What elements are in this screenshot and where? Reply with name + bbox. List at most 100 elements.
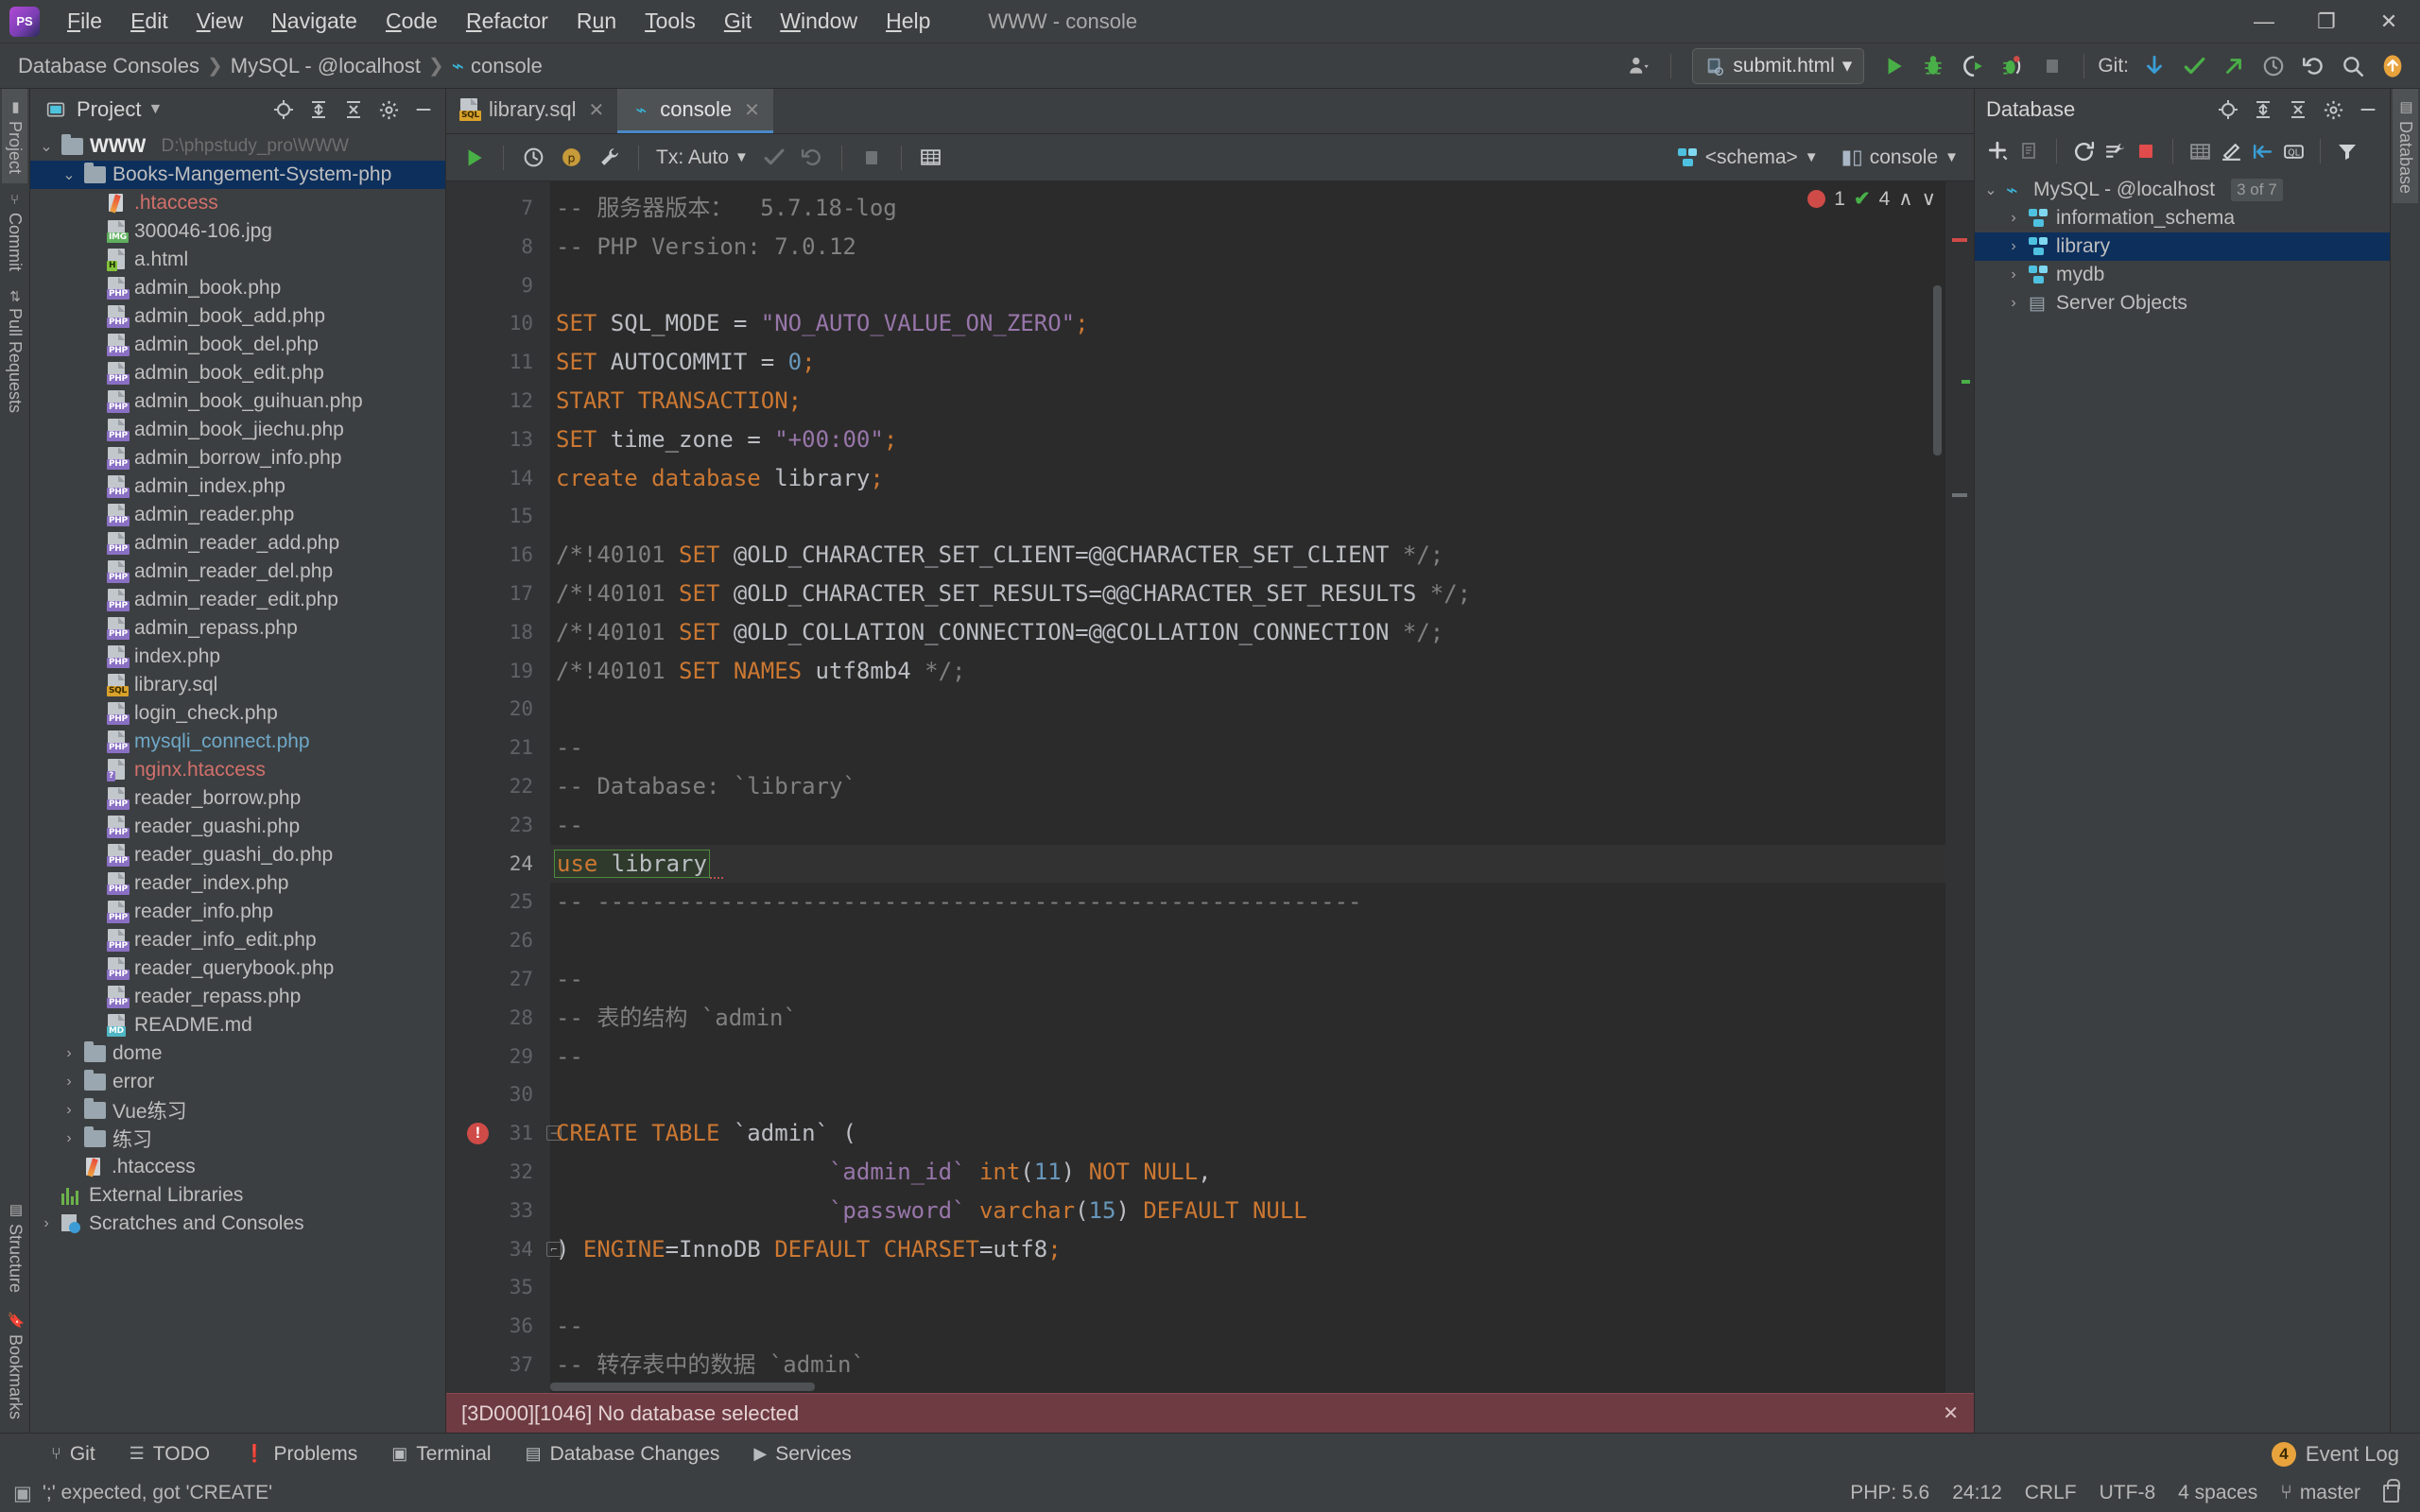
tool-window-button-todo[interactable]: ☰TODO <box>112 1443 227 1466</box>
error-gutter-icon[interactable]: ! <box>467 1123 489 1144</box>
database-tree-item[interactable]: ›mydb <box>1975 261 2390 289</box>
project-tree-item[interactable]: ›PHPreader_info.php <box>30 898 445 926</box>
tool-tab-project[interactable]: ▮ Project <box>2 89 27 183</box>
close-icon[interactable]: ✕ <box>1943 1401 1959 1425</box>
event-log-label[interactable]: Event Log <box>2306 1442 2399 1467</box>
vertical-scrollbar[interactable] <box>1933 285 1942 455</box>
line-number[interactable]: 34⌐ <box>446 1230 550 1269</box>
code-line[interactable]: `password` varchar(15) DEFAULT NULL <box>550 1192 1974 1230</box>
hide-panel-icon[interactable] <box>2354 95 2382 124</box>
selected-statement[interactable]: use library <box>554 850 710 878</box>
select-opened-file-icon[interactable] <box>269 95 298 124</box>
breadcrumb-item-2[interactable]: ⌁console <box>447 54 547 78</box>
tool-tab-pull-requests[interactable]: ⇄ Pull Requests <box>2 281 27 422</box>
view-as-table-icon[interactable] <box>913 140 949 176</box>
code-line[interactable]: use library <box>550 845 1974 884</box>
code-line[interactable]: /*!40101 SET @OLD_COLLATION_CONNECTION=@… <box>550 613 1974 652</box>
database-tree-item[interactable]: ›library <box>1975 232 2390 261</box>
code-content[interactable]: -- 服务器版本： 5.7.18-log-- PHP Version: 7.0.… <box>550 181 1974 1393</box>
run-with-coverage-button[interactable] <box>1955 48 1991 84</box>
code-line[interactable]: SET AUTOCOMMIT = 0; <box>550 343 1974 382</box>
maximize-button[interactable]: ❐ <box>2295 1 2358 43</box>
code-line[interactable]: -- Database: `library` <box>550 767 1974 806</box>
chevron-right-icon[interactable]: › <box>60 1102 78 1119</box>
project-tree-item[interactable]: ›?nginx.htaccess <box>30 756 445 784</box>
code-line[interactable]: -- <box>550 1038 1974 1076</box>
editor-tab-bar[interactable]: SQLlibrary.sql✕⌁console✕ <box>446 89 1974 134</box>
chevron-down-icon[interactable]: ▼ <box>735 149 749 165</box>
project-tree-item[interactable]: ›PHPreader_repass.php <box>30 983 445 1011</box>
project-tree-item[interactable]: ›PHPmysqli_connect.php <box>30 728 445 756</box>
menu-item-code[interactable]: Code <box>372 4 452 39</box>
project-tree-item[interactable]: ›error <box>30 1068 445 1096</box>
breadcrumb-item-1[interactable]: MySQL - @localhost <box>226 54 425 78</box>
line-number[interactable]: 15 <box>446 497 550 536</box>
menu-item-window[interactable]: Window <box>766 4 872 39</box>
project-tree-item[interactable]: ›Scratches and Consoles <box>30 1210 445 1238</box>
indent-indicator[interactable]: 4 spaces <box>2178 1482 2257 1504</box>
caret-position-indicator[interactable]: 24:12 <box>1952 1482 2002 1504</box>
code-line[interactable]: -- <box>550 960 1974 999</box>
line-number[interactable]: 26 <box>446 921 550 960</box>
line-number[interactable]: 14 <box>446 459 550 498</box>
search-icon[interactable] <box>2335 48 2371 84</box>
code-line[interactable]: `admin_id` int(11) NOT NULL, <box>550 1153 1974 1192</box>
close-icon[interactable]: ✕ <box>589 98 605 122</box>
chevron-right-icon[interactable]: › <box>60 1074 78 1091</box>
stop-button[interactable] <box>2034 48 2070 84</box>
parameters-icon[interactable]: p <box>553 140 589 176</box>
project-tree-item[interactable]: ›PHPadmin_book_jiechu.php <box>30 416 445 444</box>
menu-item-edit[interactable]: Edit <box>116 4 182 39</box>
window-controls[interactable]: — ❐ ✕ <box>2233 1 2420 43</box>
project-tree-item[interactable]: ›PHPadmin_reader_del.php <box>30 558 445 586</box>
menu-item-help[interactable]: Help <box>872 4 944 39</box>
breadcrumb-item-0[interactable]: Database Consoles <box>13 54 204 78</box>
line-number[interactable]: 25 <box>446 883 550 921</box>
menu-item-navigate[interactable]: Navigate <box>257 4 372 39</box>
previous-problem-icon[interactable]: ∧ <box>1898 187 1912 211</box>
git-branch-indicator[interactable]: ⑂ master <box>2280 1482 2360 1504</box>
run-button[interactable] <box>1876 48 1911 84</box>
project-tree-item[interactable]: ›PHPadmin_reader_edit.php <box>30 586 445 614</box>
next-problem-icon[interactable]: ∨ <box>1922 187 1936 211</box>
warning-marker[interactable] <box>1952 493 1967 497</box>
chevron-down-icon[interactable]: ▼ <box>1805 149 1819 165</box>
chevron-down-icon[interactable]: ⌄ <box>38 137 55 156</box>
line-number[interactable]: 21 <box>446 729 550 767</box>
line-number[interactable]: 8 <box>446 228 550 266</box>
collapse-all-icon[interactable] <box>339 95 368 124</box>
line-number[interactable]: 10 <box>446 304 550 343</box>
project-tree-item[interactable]: ›SQLlibrary.sql <box>30 671 445 699</box>
database-tree-item[interactable]: ›information_schema <box>1975 204 2390 232</box>
editor-tab-library-sql[interactable]: SQLlibrary.sql✕ <box>446 89 617 133</box>
menu-item-tools[interactable]: Tools <box>631 4 710 39</box>
menu-item-run[interactable]: Run <box>562 4 631 39</box>
tool-tab-structure[interactable]: ▤ Structure <box>3 1192 28 1302</box>
chevron-down-icon[interactable]: ⌄ <box>60 165 78 184</box>
project-tree-item[interactable]: ›PHPadmin_book.php <box>30 274 445 302</box>
project-tree-item[interactable]: ›PHPreader_guashi_do.php <box>30 841 445 869</box>
code-line[interactable] <box>550 690 1974 729</box>
line-number[interactable]: 36 <box>446 1307 550 1346</box>
history-icon[interactable] <box>515 140 551 176</box>
line-number[interactable]: 12 <box>446 382 550 421</box>
menu-item-refactor[interactable]: Refactor <box>452 4 562 39</box>
close-icon[interactable]: ✕ <box>744 98 760 122</box>
database-tree-item[interactable]: ›▤Server Objects <box>1975 289 2390 318</box>
chevron-right-icon[interactable]: › <box>2005 238 2022 255</box>
code-line[interactable]: -- <box>550 1307 1974 1346</box>
code-line[interactable] <box>550 921 1974 960</box>
line-number[interactable]: 22 <box>446 767 550 806</box>
project-tree-item[interactable]: ›PHPlogin_check.php <box>30 699 445 728</box>
line-number-gutter[interactable]: 7891011121314151617181920212223242526272… <box>446 181 550 1393</box>
line-separator-indicator[interactable]: CRLF <box>2025 1482 2077 1504</box>
tool-window-button-terminal[interactable]: ▣Terminal <box>374 1443 508 1466</box>
error-marker[interactable] <box>1952 238 1967 242</box>
debug-button[interactable] <box>1915 48 1951 84</box>
project-tree-item[interactable]: ›练习 <box>30 1125 445 1153</box>
code-line[interactable]: -- -------------------------------------… <box>550 883 1974 921</box>
code-editor[interactable]: 7891011121314151617181920212223242526272… <box>446 181 1974 1393</box>
project-tree-item[interactable]: ›Vue练习 <box>30 1096 445 1125</box>
code-line[interactable]: -- <box>550 806 1974 845</box>
line-number[interactable]: 13 <box>446 421 550 459</box>
